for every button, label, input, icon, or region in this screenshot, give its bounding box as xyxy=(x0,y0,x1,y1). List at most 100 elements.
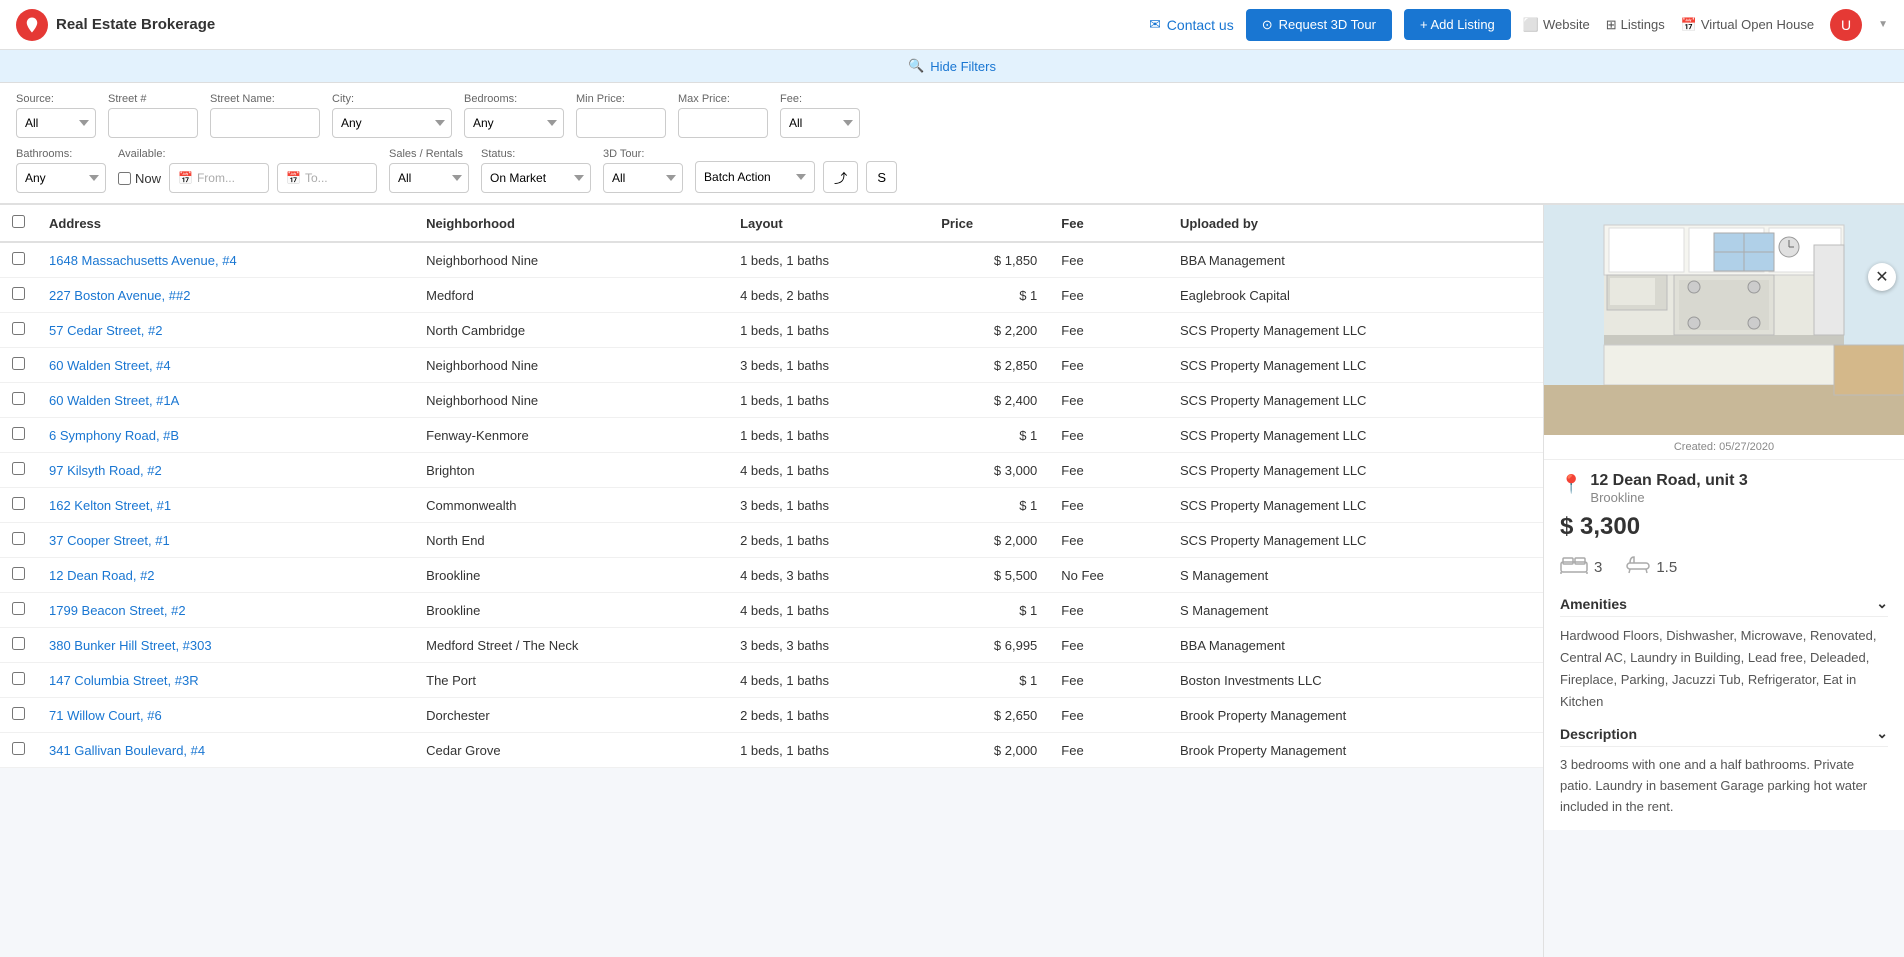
min-price-input[interactable] xyxy=(576,108,666,138)
contact-link[interactable]: ✉ Contact us xyxy=(1149,16,1234,33)
price-header: Price xyxy=(929,205,1049,242)
row-checkbox[interactable] xyxy=(12,357,25,370)
row-checkbox[interactable] xyxy=(12,637,25,650)
street-name-input[interactable] xyxy=(210,108,320,138)
row-checkbox-cell xyxy=(0,278,37,313)
bedrooms-label: Bedrooms: xyxy=(464,93,564,105)
bedrooms-select[interactable]: Any xyxy=(464,108,564,138)
table-row: 147 Columbia Street, #3R The Port 4 beds… xyxy=(0,663,1543,698)
3d-tour-select[interactable]: All xyxy=(603,163,683,193)
fee-header: Fee xyxy=(1049,205,1168,242)
max-price-input[interactable] xyxy=(678,108,768,138)
source-select[interactable]: All xyxy=(16,108,96,138)
row-neighborhood: Medford xyxy=(414,278,728,313)
select-all-header xyxy=(0,205,37,242)
row-uploaded-by: SCS Property Management LLC xyxy=(1168,313,1543,348)
row-checkbox-cell xyxy=(0,628,37,663)
row-neighborhood: Medford Street / The Neck xyxy=(414,628,728,663)
sales-rentals-select[interactable]: All xyxy=(389,163,469,193)
row-checkbox[interactable] xyxy=(12,742,25,755)
user-avatar[interactable]: U xyxy=(1830,9,1862,41)
row-neighborhood: North Cambridge xyxy=(414,313,728,348)
row-price: $ 1 xyxy=(929,278,1049,313)
to-date-input[interactable]: 📅 To... xyxy=(277,163,377,193)
bathrooms-select[interactable]: Any xyxy=(16,163,106,193)
row-checkbox-cell xyxy=(0,418,37,453)
description-section-header[interactable]: Description ⌄ xyxy=(1560,725,1888,747)
row-price: $ 2,000 xyxy=(929,733,1049,768)
status-select[interactable]: On Market xyxy=(481,163,591,193)
row-layout: 4 beds, 3 baths xyxy=(728,558,929,593)
street-num-input[interactable] xyxy=(108,108,198,138)
street-name-label: Street Name: xyxy=(210,93,320,105)
row-address: 227 Boston Avenue, ##2 xyxy=(37,278,414,313)
row-layout: 1 beds, 1 baths xyxy=(728,242,929,278)
row-price: $ 2,850 xyxy=(929,348,1049,383)
now-checkbox[interactable] xyxy=(118,172,131,185)
navbar-right: ⬜ Website ⊞ Listings 📅 Virtual Open Hous… xyxy=(1523,9,1888,41)
row-checkbox[interactable] xyxy=(12,322,25,335)
row-checkbox[interactable] xyxy=(12,427,25,440)
listings-nav-item[interactable]: ⊞ Listings xyxy=(1606,17,1665,33)
amenities-section-header[interactable]: Amenities ⌄ xyxy=(1560,595,1888,617)
row-checkbox[interactable] xyxy=(12,497,25,510)
row-uploaded-by: Brook Property Management xyxy=(1168,733,1543,768)
row-fee: Fee xyxy=(1049,593,1168,628)
bath-icon xyxy=(1626,553,1650,581)
contact-label: Contact us xyxy=(1167,17,1234,33)
row-checkbox[interactable] xyxy=(12,672,25,685)
select-all-checkbox[interactable] xyxy=(12,215,25,228)
row-address: 1799 Beacon Street, #2 xyxy=(37,593,414,628)
add-listing-button[interactable]: + Add Listing xyxy=(1404,9,1511,40)
camera-icon: ⊙ xyxy=(1262,17,1273,33)
row-checkbox[interactable] xyxy=(12,462,25,475)
status-filter-group: Status: On Market xyxy=(481,148,591,193)
filter-toggle-button[interactable]: 🔍 Hide Filters xyxy=(0,50,1904,83)
search-filter-button[interactable]: S xyxy=(866,161,897,193)
row-fee: Fee xyxy=(1049,418,1168,453)
row-layout: 4 beds, 1 baths xyxy=(728,453,929,488)
table-row: 341 Gallivan Boulevard, #4 Cedar Grove 1… xyxy=(0,733,1543,768)
table-body: 1648 Massachusetts Avenue, #4 Neighborho… xyxy=(0,242,1543,768)
row-checkbox[interactable] xyxy=(12,252,25,265)
share-button[interactable]: ⤴ xyxy=(823,161,858,193)
from-date-input[interactable]: 📅 From... xyxy=(169,163,269,193)
row-checkbox-cell xyxy=(0,663,37,698)
row-checkbox[interactable] xyxy=(12,287,25,300)
table-section: Address Neighborhood Layout Price Fee Up… xyxy=(0,205,1544,957)
window-icon: ⬜ xyxy=(1523,17,1539,33)
row-checkbox-cell xyxy=(0,523,37,558)
row-checkbox[interactable] xyxy=(12,707,25,720)
row-checkbox[interactable] xyxy=(12,567,25,580)
main-layout: Address Neighborhood Layout Price Fee Up… xyxy=(0,205,1904,957)
table-row: 60 Walden Street, #1A Neighborhood Nine … xyxy=(0,383,1543,418)
amenities-title: Amenities xyxy=(1560,596,1627,612)
row-neighborhood: Commonwealth xyxy=(414,488,728,523)
row-checkbox-cell xyxy=(0,558,37,593)
virtual-open-house-nav-item[interactable]: 📅 Virtual Open House xyxy=(1681,17,1814,33)
row-neighborhood: Brookline xyxy=(414,558,728,593)
website-nav-item[interactable]: ⬜ Website xyxy=(1523,17,1590,33)
row-price: $ 2,000 xyxy=(929,523,1049,558)
city-select[interactable]: Any xyxy=(332,108,452,138)
row-price: $ 1,850 xyxy=(929,242,1049,278)
close-detail-button[interactable]: ✕ xyxy=(1868,263,1896,291)
row-fee: Fee xyxy=(1049,663,1168,698)
source-filter-group: Source: All xyxy=(16,93,96,138)
row-checkbox[interactable] xyxy=(12,602,25,615)
table-row: 1799 Beacon Street, #2 Brookline 4 beds,… xyxy=(0,593,1543,628)
row-layout: 4 beds, 1 baths xyxy=(728,593,929,628)
calendar-to-icon: 📅 xyxy=(286,171,301,185)
street-num-filter-group: Street # xyxy=(108,93,198,138)
baths-stat: 1.5 xyxy=(1626,553,1677,581)
row-checkbox[interactable] xyxy=(12,532,25,545)
row-fee: Fee xyxy=(1049,278,1168,313)
row-price: $ 6,995 xyxy=(929,628,1049,663)
row-checkbox[interactable] xyxy=(12,392,25,405)
row-price: $ 2,400 xyxy=(929,383,1049,418)
row-uploaded-by: Brook Property Management xyxy=(1168,698,1543,733)
fee-select[interactable]: All xyxy=(780,108,860,138)
request-3d-tour-button[interactable]: ⊙ Request 3D Tour xyxy=(1246,9,1392,41)
brand-icon xyxy=(16,9,48,41)
batch-action-select[interactable]: Batch Action xyxy=(695,161,815,193)
